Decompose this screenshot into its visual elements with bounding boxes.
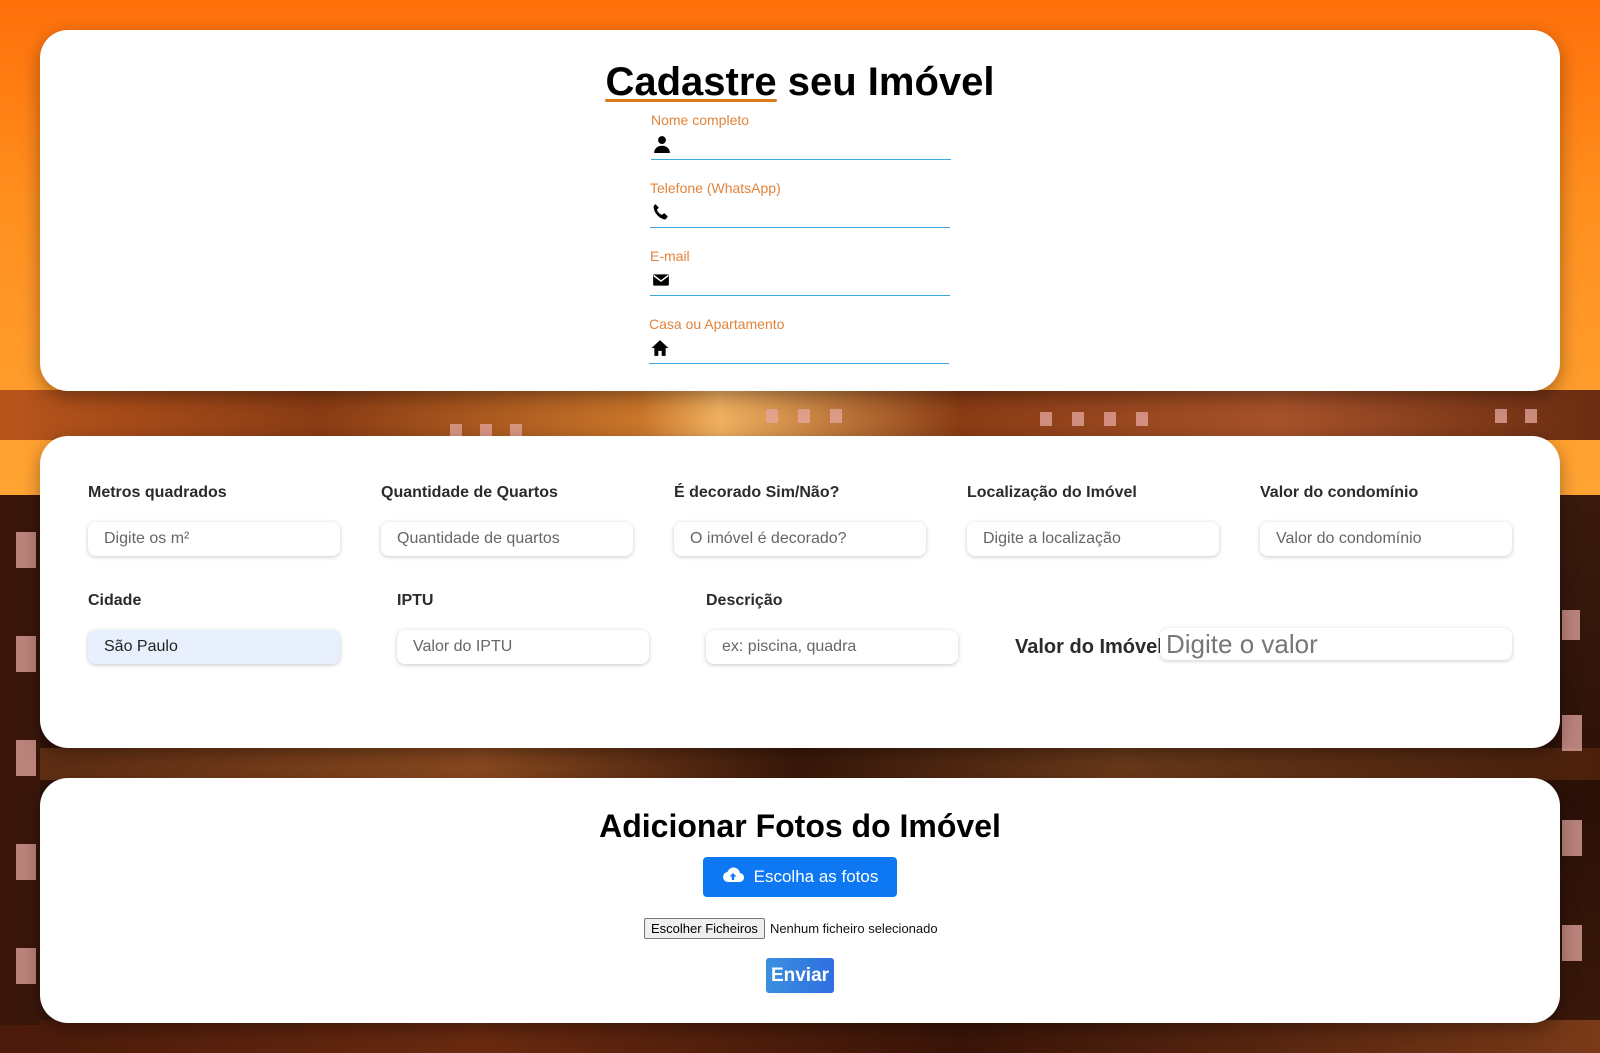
full-name-field: Nome completo	[651, 112, 951, 160]
location-label: Localização do Imóvel	[967, 484, 1137, 501]
sqm-label: Metros quadrados	[88, 484, 227, 501]
property-type-label: Casa ou Apartamento	[649, 316, 785, 332]
decorated-field: É decorado Sim/Não?	[674, 484, 926, 556]
city-input[interactable]	[88, 630, 340, 664]
city-label: Cidade	[88, 592, 142, 609]
full-name-row	[651, 134, 951, 160]
full-name-input[interactable]	[671, 135, 951, 158]
condo-fee-label: Valor do condomínio	[1260, 484, 1419, 501]
location-field: Localização do Imóvel	[967, 484, 1219, 556]
property-type-row	[649, 338, 949, 364]
price-input[interactable]	[1160, 628, 1512, 660]
iptu-field: IPTU	[397, 592, 649, 664]
sqm-field: Metros quadrados	[88, 484, 340, 556]
location-input[interactable]	[967, 522, 1219, 556]
phone-icon	[650, 203, 670, 226]
description-label: Descrição	[706, 592, 783, 609]
cloud-upload-icon	[722, 867, 744, 888]
background-strip-2	[0, 748, 1600, 780]
condo-fee-field: Valor do condomínio	[1260, 484, 1512, 556]
sqm-input[interactable]	[88, 522, 340, 556]
choose-photos-button[interactable]: Escolha as fotos	[703, 857, 897, 897]
property-details-card	[40, 436, 1560, 748]
phone-row	[650, 202, 950, 228]
city-field: Cidade	[88, 592, 340, 664]
bedrooms-input[interactable]	[381, 522, 633, 556]
condo-fee-input[interactable]	[1260, 522, 1512, 556]
full-name-label: Nome completo	[651, 112, 750, 128]
choose-files-button[interactable]: Escolher Ficheiros	[644, 918, 765, 939]
decorated-input[interactable]	[674, 522, 926, 556]
file-input-row: Escolher Ficheiros Nenhum ficheiro selec…	[644, 918, 938, 939]
iptu-input[interactable]	[397, 630, 649, 664]
description-input[interactable]	[706, 630, 958, 664]
home-icon	[649, 339, 669, 362]
email-label: E-mail	[650, 248, 690, 264]
page-title: Cadastre seu Imóvel	[0, 60, 1600, 105]
bedrooms-field: Quantidade de Quartos	[381, 484, 633, 556]
description-field: Descrição	[706, 592, 958, 664]
bedrooms-label: Quantidade de Quartos	[381, 484, 558, 501]
page-title-rest: seu Imóvel	[776, 60, 995, 104]
photos-title: Adicionar Fotos do Imóvel	[599, 808, 1001, 844]
phone-input[interactable]	[670, 203, 950, 226]
decorated-label: É decorado Sim/Não?	[674, 484, 840, 501]
email-row	[650, 270, 950, 296]
choose-photos-label: Escolha as fotos	[753, 867, 879, 886]
property-type-field: Casa ou Apartamento	[649, 316, 949, 364]
envelope-icon	[650, 271, 670, 294]
background-strip-3	[0, 1020, 1600, 1053]
iptu-label: IPTU	[397, 592, 434, 609]
price-label: Valor do Imóvel	[1015, 636, 1163, 658]
property-type-input[interactable]	[669, 339, 949, 362]
submit-button[interactable]: Enviar	[766, 958, 834, 993]
email-field: E-mail	[650, 248, 950, 296]
phone-field: Telefone (WhatsApp)	[650, 180, 950, 228]
file-status: Nenhum ficheiro selecionado	[769, 921, 938, 936]
page-title-highlight: Cadastre	[605, 60, 777, 104]
phone-label: Telefone (WhatsApp)	[650, 180, 781, 196]
email-input[interactable]	[670, 271, 950, 294]
user-icon	[651, 135, 671, 158]
